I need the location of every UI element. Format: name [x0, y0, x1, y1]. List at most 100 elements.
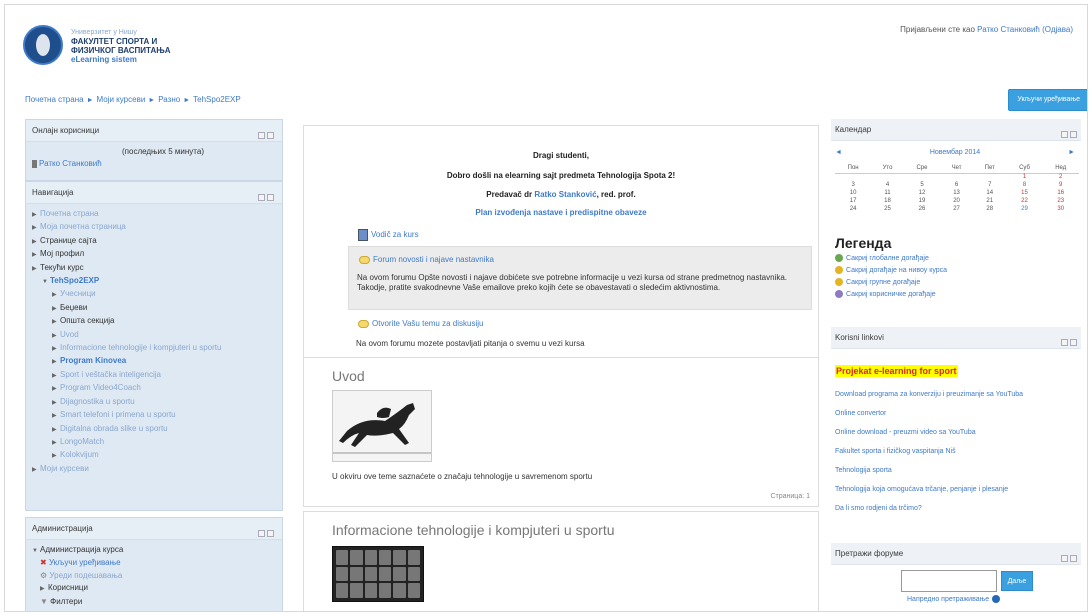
- nav-item[interactable]: ▶ Мој профил: [32, 248, 276, 261]
- dock-icon[interactable]: [1061, 555, 1068, 562]
- dock-icon[interactable]: [258, 194, 265, 201]
- dock-icon[interactable]: [1061, 131, 1068, 138]
- nav-item[interactable]: ▶ Digitalna obrada slike u sportu: [32, 423, 276, 436]
- calendar-day[interactable]: 13: [940, 189, 973, 197]
- calendar-day[interactable]: 25: [871, 205, 904, 213]
- legend-item[interactable]: Сакриј догађаје на нивоу курса: [835, 265, 1085, 277]
- course-guide-resource[interactable]: Vodič za kurs: [358, 229, 419, 241]
- nav-item[interactable]: ▶ Општа секција: [32, 315, 276, 328]
- calendar-day[interactable]: 16: [1042, 189, 1079, 197]
- breadcrumb-item[interactable]: Разно: [158, 95, 180, 104]
- admin-users[interactable]: ▶ Корисници: [32, 582, 276, 595]
- logout-link[interactable]: (Одјава): [1042, 25, 1073, 34]
- nav-item[interactable]: ▶ Kolokvijum: [32, 449, 276, 462]
- nav-item[interactable]: ▶ Странице сајта: [32, 235, 276, 248]
- collapse-icon[interactable]: [1070, 555, 1077, 562]
- breadcrumb-item[interactable]: TehSpo2EXP: [193, 95, 241, 104]
- calendar-day[interactable]: 15: [1007, 189, 1043, 197]
- collapse-icon[interactable]: [267, 194, 274, 201]
- calendar-day[interactable]: 5: [904, 181, 940, 189]
- calendar-day[interactable]: 24: [835, 205, 871, 213]
- calendar-day[interactable]: 30: [1042, 205, 1079, 213]
- calendar-day[interactable]: 10: [835, 189, 871, 197]
- university-logo[interactable]: [23, 25, 63, 65]
- calendar-day[interactable]: 3: [835, 181, 871, 189]
- calendar-day[interactable]: 20: [940, 197, 973, 205]
- login-user-link[interactable]: Ратко Станковић: [977, 25, 1040, 34]
- useful-link[interactable]: Tehnologija sporta: [835, 461, 1079, 480]
- nav-item[interactable]: ▶ Uvod: [32, 329, 276, 342]
- forum-search-input[interactable]: [901, 570, 997, 592]
- nav-item[interactable]: ▶ Program Kinovea: [32, 355, 276, 368]
- nav-item[interactable]: ▶ Текући курс: [32, 262, 276, 275]
- plan-link[interactable]: Plan izvođenja nastave i predispitne oba…: [304, 208, 818, 217]
- useful-link[interactable]: Fakultet sporta i fizičkog vaspitanja Ni…: [835, 442, 1079, 461]
- advanced-search[interactable]: Напредно претраживање: [907, 595, 1001, 603]
- dock-icon[interactable]: [258, 530, 265, 537]
- dock-icon[interactable]: [1061, 339, 1068, 346]
- calendar-day[interactable]: 21: [973, 197, 1007, 205]
- legend-item[interactable]: Сакриј глобалне догађаје: [835, 253, 1085, 265]
- nav-item[interactable]: ▶ Моји курсеви: [32, 463, 276, 476]
- admin-course[interactable]: ▼ Администрација курса: [32, 544, 276, 557]
- useful-link[interactable]: Da li smo rodjeni da trčimo?: [835, 499, 1079, 518]
- calendar-day[interactable]: 28: [973, 205, 1007, 213]
- collapse-icon[interactable]: [267, 530, 274, 537]
- calendar-day[interactable]: 17: [835, 197, 871, 205]
- calendar-day[interactable]: 8: [1007, 181, 1043, 189]
- admin-filters[interactable]: ▼ Филтери: [32, 596, 276, 608]
- advanced-search-link[interactable]: Напредно претраживање: [907, 596, 989, 603]
- nav-item[interactable]: ▶ Почетна страна: [32, 208, 276, 221]
- breadcrumb-item[interactable]: Почетна страна: [25, 95, 84, 104]
- calendar-day[interactable]: 18: [871, 197, 904, 205]
- nav-item[interactable]: ▶ Учесници: [32, 288, 276, 301]
- nav-item[interactable]: ▶ Моја почетна страница: [32, 221, 276, 234]
- nav-item[interactable]: ▶ LongoMatch: [32, 436, 276, 449]
- collapse-icon[interactable]: [1070, 339, 1077, 346]
- online-user-link[interactable]: Ратко Станковић: [39, 159, 102, 168]
- nav-item[interactable]: ▶ Sport i veštačka inteligencija: [32, 369, 276, 382]
- discussion-forum-activity[interactable]: Otvorite Vašu temu za diskusiju: [358, 319, 483, 328]
- useful-link[interactable]: Online download - preuzmi video sa YouTu…: [835, 423, 1079, 442]
- calendar-day[interactable]: 29: [1007, 205, 1043, 213]
- nav-item[interactable]: ▶ Dijagnostika u sportu: [32, 396, 276, 409]
- project-highlight-link[interactable]: Projekat e-learning for sport: [835, 365, 958, 377]
- calendar-day[interactable]: 11: [871, 189, 904, 197]
- collapse-icon[interactable]: [1070, 131, 1077, 138]
- calendar-day[interactable]: 7: [973, 181, 1007, 189]
- nav-item[interactable]: ▶ Smart telefoni i primena u sportu: [32, 409, 276, 422]
- calendar-day[interactable]: 12: [904, 189, 940, 197]
- news-forum-activity[interactable]: Forum novosti i najave nastavnika: [359, 255, 494, 264]
- nav-item[interactable]: ▶ Program Video4Coach: [32, 382, 276, 395]
- calendar-day[interactable]: 4: [871, 181, 904, 189]
- calendar-day[interactable]: 2: [1042, 173, 1079, 181]
- lecturer-link[interactable]: Ratko Stanković: [534, 190, 596, 199]
- calendar-day[interactable]: 14: [973, 189, 1007, 197]
- useful-link[interactable]: Online convertor: [835, 404, 1079, 423]
- nav-item[interactable]: ▶ Беџеви: [32, 302, 276, 315]
- calendar-day[interactable]: 23: [1042, 197, 1079, 205]
- course-guide-link[interactable]: Vodič za kurs: [371, 230, 419, 239]
- nav-item[interactable]: ▶ Informacione tehnologije i kompjuteri u…: [32, 342, 276, 355]
- admin-turn-editing[interactable]: ✖ Укључи уређивање: [32, 557, 276, 569]
- legend-item[interactable]: Сакриј групне догађаје: [835, 277, 1085, 289]
- breadcrumb-item[interactable]: Моји курсеви: [97, 95, 146, 104]
- nav-item[interactable]: ▼ TehSpo2EXP: [32, 275, 276, 288]
- discussion-forum-link[interactable]: Otvorite Vašu temu za diskusiju: [372, 319, 483, 328]
- collapse-icon[interactable]: [267, 132, 274, 139]
- calendar-day[interactable]: 9: [1042, 181, 1079, 189]
- calendar-day[interactable]: 1: [1007, 173, 1043, 181]
- help-icon[interactable]: [992, 595, 1001, 603]
- useful-link[interactable]: Download programa za konverziju i preuzi…: [835, 385, 1079, 404]
- calendar-day[interactable]: 19: [904, 197, 940, 205]
- calendar-day[interactable]: 27: [940, 205, 973, 213]
- calendar-day[interactable]: 22: [1007, 197, 1043, 205]
- dock-icon[interactable]: [258, 132, 265, 139]
- calendar-day[interactable]: 6: [940, 181, 973, 189]
- turn-editing-on-button[interactable]: Укључи уређивање: [1008, 89, 1087, 111]
- calendar-day[interactable]: 26: [904, 205, 940, 213]
- search-go-button[interactable]: Даље: [1001, 571, 1033, 591]
- legend-item[interactable]: Сакриј корисничке догађаје: [835, 289, 1085, 301]
- calendar-next-button[interactable]: ►: [1068, 149, 1075, 156]
- admin-edit-settings[interactable]: ⚙ Уреди подешавања: [32, 570, 276, 582]
